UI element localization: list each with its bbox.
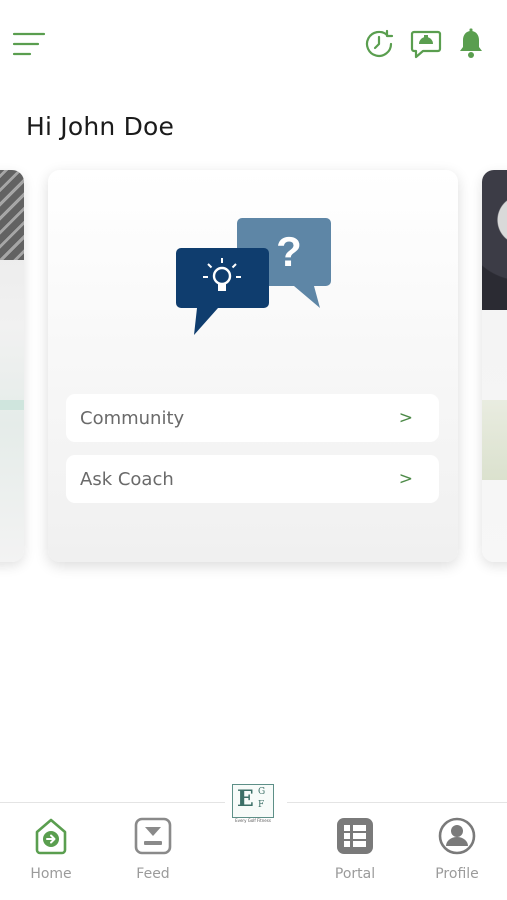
nav-label-profile: Profile	[435, 866, 479, 882]
card-carousel[interactable]: ? Community > Ask Coach >	[0, 168, 507, 568]
card-image-stripe	[0, 400, 24, 410]
nav-label-home: Home	[30, 866, 72, 882]
keyboard-image	[0, 170, 24, 260]
nav-label-feed: Feed	[136, 866, 170, 882]
home-screen: Hi John Doe ? Community > Ask Coach > Ho…	[0, 0, 507, 900]
nav-feed[interactable]: Feed	[113, 816, 193, 886]
nav-divider	[287, 802, 507, 803]
chat-icon[interactable]	[409, 27, 443, 61]
ask-coach-label: Ask Coach	[80, 468, 174, 490]
next-card[interactable]	[482, 170, 507, 562]
logo-frame: E G F	[232, 784, 274, 818]
bell-icon[interactable]	[454, 27, 488, 61]
community-label: Community	[80, 407, 185, 429]
nav-profile[interactable]: Profile	[417, 816, 497, 886]
nav-label-portal: Portal	[334, 866, 376, 882]
moon-image	[482, 170, 507, 310]
clock-icon[interactable]	[362, 27, 396, 61]
svg-text:?: ?	[276, 228, 302, 275]
plant-image	[482, 400, 507, 480]
brand-logo[interactable]: E G F Every Golf Fitness	[227, 780, 279, 828]
nav-portal[interactable]: Portal	[315, 816, 395, 886]
greeting-title: Hi John Doe	[26, 112, 175, 141]
logo-letter-f: F	[258, 800, 265, 810]
support-card: ? Community > Ask Coach >	[48, 170, 458, 562]
logo-tagline: Every Golf Fitness	[235, 818, 271, 823]
menu-icon[interactable]	[12, 30, 46, 58]
chat-bubbles-illustration: ?	[176, 216, 332, 341]
nav-home[interactable]: Home	[11, 816, 91, 886]
portal-icon	[335, 816, 375, 856]
logo-letter: E	[237, 786, 254, 812]
previous-card[interactable]	[0, 170, 24, 562]
nav-divider	[0, 802, 225, 803]
ask-coach-item[interactable]: Ask Coach >	[66, 455, 439, 503]
home-icon	[31, 816, 71, 856]
logo-letter-g: G	[258, 787, 266, 797]
chevron-right-icon: >	[398, 408, 413, 428]
top-bar	[0, 0, 507, 90]
chevron-right-icon: >	[398, 469, 413, 489]
feed-icon	[133, 816, 173, 856]
community-item[interactable]: Community >	[66, 394, 439, 442]
profile-icon	[437, 816, 477, 856]
